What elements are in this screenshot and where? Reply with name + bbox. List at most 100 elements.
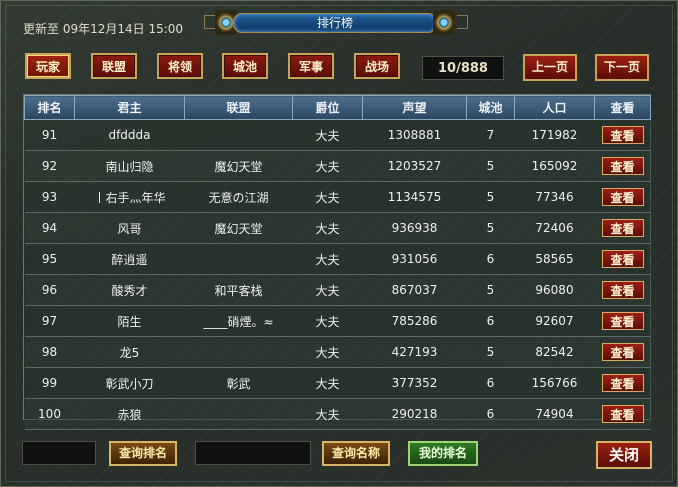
rank-search-input[interactable] <box>22 441 96 465</box>
tab-generals[interactable]: 将领 <box>157 53 203 79</box>
cities-cell: 5 <box>466 150 515 182</box>
title-cell: 大夫 <box>292 367 363 399</box>
view-cell: 查看 <box>594 243 651 275</box>
view-button[interactable]: 查看 <box>601 281 644 299</box>
ranking-table: 排名 君主 联盟 爵位 声望 城池 人口 查看 91 dfddda 大夫 130888… <box>23 94 651 430</box>
view-button[interactable]: 查看 <box>601 157 644 175</box>
alliance-cell <box>184 336 293 368</box>
alliance-cell: 无意の江湖 <box>184 181 293 213</box>
view-cell: 查看 <box>594 398 651 430</box>
table-row: 97 陌生 ____硝煙。≈ 大夫 785286 6 92607 查看 <box>24 305 651 337</box>
table-row: 96 酸秀才 和平客栈 大夫 867037 5 96080 查看 <box>24 274 651 306</box>
view-button[interactable]: 查看 <box>601 374 644 392</box>
query-rank-button[interactable]: 查询排名 <box>109 441 177 466</box>
view-button[interactable]: 查看 <box>601 312 644 330</box>
table-row: 93 丨右手灬年华 无意の江湖 大夫 1134575 5 77346 查看 <box>24 181 651 213</box>
rank-cell: 95 <box>24 243 75 275</box>
rank-cell: 100 <box>24 398 75 430</box>
lord-name-cell: 风哥 <box>74 212 185 244</box>
title-cell: 大夫 <box>292 336 363 368</box>
alliance-cell: ____硝煙。≈ <box>184 305 293 337</box>
population-cell: 72406 <box>514 212 595 244</box>
column-header-prestige: 声望 <box>362 95 467 120</box>
table-row: 100 赤狼 大夫 290218 6 74904 查看 <box>24 398 651 430</box>
view-cell: 查看 <box>594 336 651 368</box>
title-ornament-left <box>204 15 215 29</box>
prestige-cell: 867037 <box>362 274 467 306</box>
rank-cell: 91 <box>24 119 75 151</box>
view-button[interactable]: 查看 <box>601 405 644 423</box>
page-indicator: 10/888 <box>422 56 504 80</box>
tab-cities[interactable]: 城池 <box>222 53 268 79</box>
view-button[interactable]: 查看 <box>601 250 644 268</box>
prev-page-button[interactable]: 上一页 <box>523 54 577 81</box>
column-header-cities: 城池 <box>466 95 515 120</box>
tab-military[interactable]: 军事 <box>288 53 334 79</box>
table-row: 99 彰武小刀 彰武 大夫 377352 6 156766 查看 <box>24 367 651 399</box>
title-cell: 大夫 <box>292 119 363 151</box>
prestige-cell: 785286 <box>362 305 467 337</box>
lord-name-cell: 酸秀才 <box>74 274 185 306</box>
title-cell: 大夫 <box>292 212 363 244</box>
query-name-button[interactable]: 查询名称 <box>322 441 390 466</box>
lord-name-cell: 彰武小刀 <box>74 367 185 399</box>
cities-cell: 5 <box>466 212 515 244</box>
my-rank-button[interactable]: 我的排名 <box>408 441 478 466</box>
alliance-cell: 和平客栈 <box>184 274 293 306</box>
prestige-cell: 1203527 <box>362 150 467 182</box>
view-button[interactable]: 查看 <box>601 126 644 144</box>
prestige-cell: 1308881 <box>362 119 467 151</box>
rank-cell: 96 <box>24 274 75 306</box>
table-row: 94 风哥 魔幻天堂 大夫 936938 5 72406 查看 <box>24 212 651 244</box>
title-ornament-right <box>457 15 468 29</box>
alliance-cell: 魔幻天堂 <box>184 212 293 244</box>
cities-cell: 6 <box>466 398 515 430</box>
lord-name-cell: 陌生 <box>74 305 185 337</box>
rank-cell: 94 <box>24 212 75 244</box>
title-cell: 大夫 <box>292 305 363 337</box>
table-row: 92 南山归隐 魔幻天堂 大夫 1203527 5 165092 查看 <box>24 150 651 182</box>
view-cell: 查看 <box>594 150 651 182</box>
title-cell: 大夫 <box>292 150 363 182</box>
cities-cell: 6 <box>466 367 515 399</box>
population-cell: 165092 <box>514 150 595 182</box>
table-row: 91 dfddda 大夫 1308881 7 171982 查看 <box>24 119 651 151</box>
cities-cell: 6 <box>466 305 515 337</box>
tab-battlefield[interactable]: 战场 <box>354 53 400 79</box>
ranking-panel: 更新至 09年12月14日 15:00 排行榜 玩家 联盟 将领 城池 军事 战… <box>0 0 678 487</box>
lord-name-cell: 南山归隐 <box>74 150 185 182</box>
title-cell: 大夫 <box>292 398 363 430</box>
population-cell: 96080 <box>514 274 595 306</box>
lord-name-cell: 龙5 <box>74 336 185 368</box>
view-cell: 查看 <box>594 305 651 337</box>
column-header-title: 爵位 <box>292 95 363 120</box>
name-search-input[interactable] <box>195 441 311 465</box>
next-page-button[interactable]: 下一页 <box>595 54 649 81</box>
rank-cell: 92 <box>24 150 75 182</box>
update-time-text: 更新至 09年12月14日 15:00 <box>23 22 184 36</box>
prestige-cell: 427193 <box>362 336 467 368</box>
view-cell: 查看 <box>594 181 651 213</box>
rank-cell: 99 <box>24 367 75 399</box>
cities-cell: 5 <box>466 181 515 213</box>
prestige-cell: 377352 <box>362 367 467 399</box>
title-bar: 排行榜 <box>215 10 455 35</box>
close-button[interactable]: 关闭 <box>596 441 652 469</box>
title-cell: 大夫 <box>292 181 363 213</box>
column-header-population: 人口 <box>514 95 595 120</box>
prestige-cell: 290218 <box>362 398 467 430</box>
tab-players[interactable]: 玩家 <box>25 53 71 79</box>
lord-name-cell: 丨右手灬年华 <box>74 181 185 213</box>
lord-name-cell: dfddda <box>74 119 185 151</box>
prestige-cell: 931056 <box>362 243 467 275</box>
tab-alliances[interactable]: 联盟 <box>91 53 137 79</box>
view-cell: 查看 <box>594 367 651 399</box>
column-header-lord: 君主 <box>74 95 185 120</box>
population-cell: 58565 <box>514 243 595 275</box>
page-title: 排行榜 <box>233 13 437 33</box>
view-button[interactable]: 查看 <box>601 343 644 361</box>
view-button[interactable]: 查看 <box>601 219 644 237</box>
cities-cell: 5 <box>466 336 515 368</box>
table-header: 排名 君主 联盟 爵位 声望 城池 人口 查看 <box>24 95 651 120</box>
view-button[interactable]: 查看 <box>601 188 644 206</box>
